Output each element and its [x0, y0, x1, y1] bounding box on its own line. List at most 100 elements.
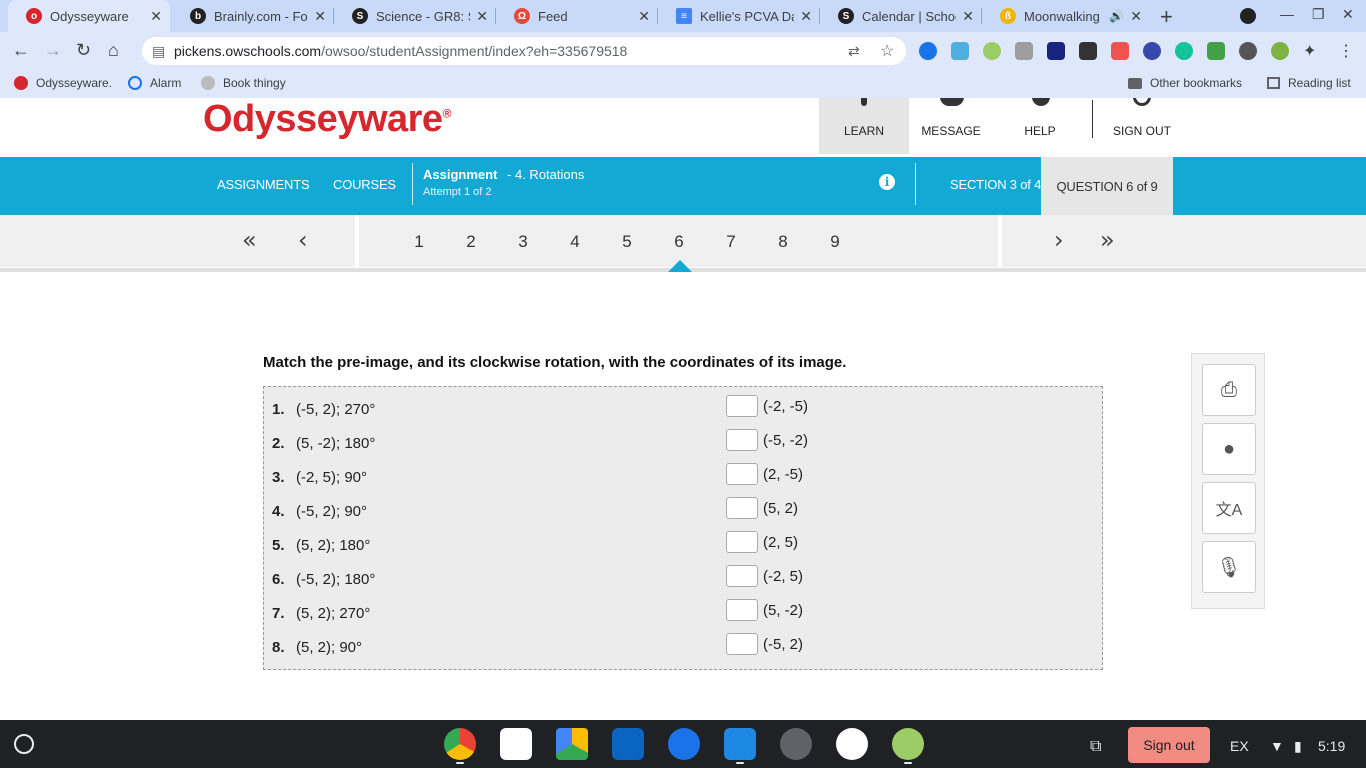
- question-number-6[interactable]: 6: [664, 232, 694, 252]
- answer-input[interactable]: [726, 429, 758, 451]
- nav-message[interactable]: MESSAGE: [906, 98, 996, 154]
- registered-mark: ®: [442, 106, 452, 121]
- outlook-app-icon[interactable]: [612, 728, 644, 760]
- extension-copy-icon[interactable]: [1015, 42, 1033, 60]
- battery-icon[interactable]: ▮: [1294, 738, 1302, 755]
- close-window-icon[interactable]: ✕: [1342, 6, 1354, 23]
- question-number-1[interactable]: 1: [404, 232, 434, 252]
- info-icon[interactable]: i: [879, 174, 895, 190]
- bookmark-odysseyware[interactable]: Odysseyware.: [14, 76, 112, 90]
- wifi-icon[interactable]: ▼: [1270, 738, 1284, 754]
- response-text: (-2, 5): [763, 567, 804, 585]
- bookmark-alarm[interactable]: Alarm: [128, 76, 181, 90]
- browser-tab[interactable]: Ω Feed ✕: [496, 0, 658, 32]
- prev-question-icon[interactable]: ‹: [298, 226, 308, 254]
- close-tab-icon[interactable]: ✕: [150, 8, 162, 25]
- close-tab-icon[interactable]: ✕: [962, 8, 974, 25]
- nav-help[interactable]: HELP: [995, 98, 1085, 154]
- translate-icon[interactable]: ⇄: [848, 43, 860, 60]
- answer-input[interactable]: [726, 599, 758, 621]
- minimize-icon[interactable]: —: [1280, 6, 1294, 22]
- courses-link[interactable]: COURSES: [333, 177, 396, 192]
- chrome-app-icon[interactable]: [444, 728, 476, 760]
- translate-icon[interactable]: 文A: [1202, 482, 1256, 534]
- bookmark-star-icon[interactable]: ☆: [880, 41, 894, 61]
- grammarly-icon[interactable]: [1175, 42, 1193, 60]
- assignments-link[interactable]: ASSIGNMENTS: [217, 177, 310, 192]
- extensions-puzzle-icon[interactable]: ✦: [1303, 41, 1316, 61]
- browser-tab[interactable]: S Science - GR8: Sec ✕: [334, 0, 496, 32]
- camera-app-icon[interactable]: [668, 728, 700, 760]
- print-icon[interactable]: ⎙: [1202, 364, 1256, 416]
- question-number-5[interactable]: 5: [612, 232, 642, 252]
- question-number-4[interactable]: 4: [560, 232, 590, 252]
- question-number-9[interactable]: 9: [820, 232, 850, 252]
- first-question-icon[interactable]: «: [242, 226, 257, 254]
- microphone-icon[interactable]: 🎙: [1202, 541, 1256, 593]
- extension-badge-icon[interactable]: [1111, 42, 1129, 60]
- other-bookmarks[interactable]: Other bookmarks: [1128, 76, 1242, 90]
- launcher-icon[interactable]: [14, 734, 34, 754]
- home-icon[interactable]: ⌂: [108, 40, 119, 61]
- answer-input[interactable]: [726, 565, 758, 587]
- calculator-app-icon[interactable]: [500, 728, 532, 760]
- question-number-3[interactable]: 3: [508, 232, 538, 252]
- gallery-app-icon[interactable]: [780, 728, 812, 760]
- bookmark-book-thingy[interactable]: Book thingy: [201, 76, 286, 90]
- reading-list[interactable]: Reading list: [1267, 76, 1351, 90]
- answer-input[interactable]: [726, 395, 758, 417]
- extension-green-icon[interactable]: [1271, 42, 1289, 60]
- back-icon[interactable]: ←: [12, 40, 30, 61]
- browser-tab[interactable]: ß Moonwalking 🔊 ✕: [982, 0, 1150, 32]
- browser-tab[interactable]: o Odysseyware ✕: [8, 0, 170, 32]
- extension-dark-icon[interactable]: [1047, 42, 1065, 60]
- close-tab-icon[interactable]: ✕: [1130, 8, 1142, 25]
- globe-icon[interactable]: ●: [1202, 423, 1256, 475]
- question-number-2[interactable]: 2: [456, 232, 486, 252]
- last-question-icon[interactable]: »: [1100, 226, 1115, 254]
- sign-out-button[interactable]: Sign out: [1128, 727, 1210, 763]
- reload-icon[interactable]: ↻: [76, 40, 91, 61]
- question-number-7[interactable]: 7: [716, 232, 746, 252]
- site-info-icon[interactable]: ▤: [152, 43, 165, 60]
- browser-tab[interactable]: ≡ Kellie's PCVA Daily ✕: [658, 0, 820, 32]
- address-bar[interactable]: pickens.owschools.com/owsoo/studentAssig…: [142, 37, 906, 65]
- menu-kebab-icon[interactable]: ⋮: [1338, 41, 1354, 61]
- maps-app-icon[interactable]: [836, 728, 868, 760]
- tab-search-icon[interactable]: [1240, 8, 1256, 24]
- extension-person-icon[interactable]: [1079, 42, 1097, 60]
- extension-shield-icon[interactable]: [919, 42, 937, 60]
- extension-gauge-icon[interactable]: [1239, 42, 1257, 60]
- answer-input[interactable]: [726, 531, 758, 553]
- nav-learn[interactable]: LEARN: [819, 98, 909, 154]
- question-number-8[interactable]: 8: [768, 232, 798, 252]
- input-method-indicator[interactable]: EX: [1230, 738, 1249, 754]
- files-app-icon[interactable]: [724, 728, 756, 760]
- extension-cloud-icon[interactable]: [951, 42, 969, 60]
- extension-pen-icon[interactable]: [1207, 42, 1225, 60]
- browser-tab[interactable]: b Brainly.com - For s ✕: [172, 0, 334, 32]
- clock[interactable]: 5:19: [1318, 738, 1345, 754]
- odysseyware-logo[interactable]: Odysseyware®: [203, 98, 451, 141]
- tab-title: Moonwalking: [1024, 8, 1100, 24]
- tools-panel: ⎙ ● 文A 🎙: [1191, 353, 1265, 609]
- browser-tab[interactable]: S Calendar | Schoolo ✕: [820, 0, 982, 32]
- close-tab-icon[interactable]: ✕: [638, 8, 650, 25]
- answer-input[interactable]: [726, 633, 758, 655]
- timer-app-icon[interactable]: [892, 728, 924, 760]
- nav-sign-out[interactable]: SIGN OUT: [1097, 98, 1187, 154]
- extension-circle-icon[interactable]: [983, 42, 1001, 60]
- speaker-icon[interactable]: 🔊: [1109, 9, 1124, 23]
- overview-icon[interactable]: ⧉: [1090, 738, 1101, 756]
- answer-input[interactable]: [726, 463, 758, 485]
- close-tab-icon[interactable]: ✕: [800, 8, 812, 25]
- forward-icon[interactable]: →: [44, 40, 62, 61]
- new-tab-icon[interactable]: +: [1160, 4, 1173, 30]
- restore-icon[interactable]: ❐: [1312, 6, 1325, 23]
- close-tab-icon[interactable]: ✕: [314, 8, 326, 25]
- drive-app-icon[interactable]: [556, 728, 588, 760]
- answer-input[interactable]: [726, 497, 758, 519]
- next-question-icon[interactable]: ›: [1054, 226, 1064, 254]
- close-tab-icon[interactable]: ✕: [476, 8, 488, 25]
- extension-k-icon[interactable]: [1143, 42, 1161, 60]
